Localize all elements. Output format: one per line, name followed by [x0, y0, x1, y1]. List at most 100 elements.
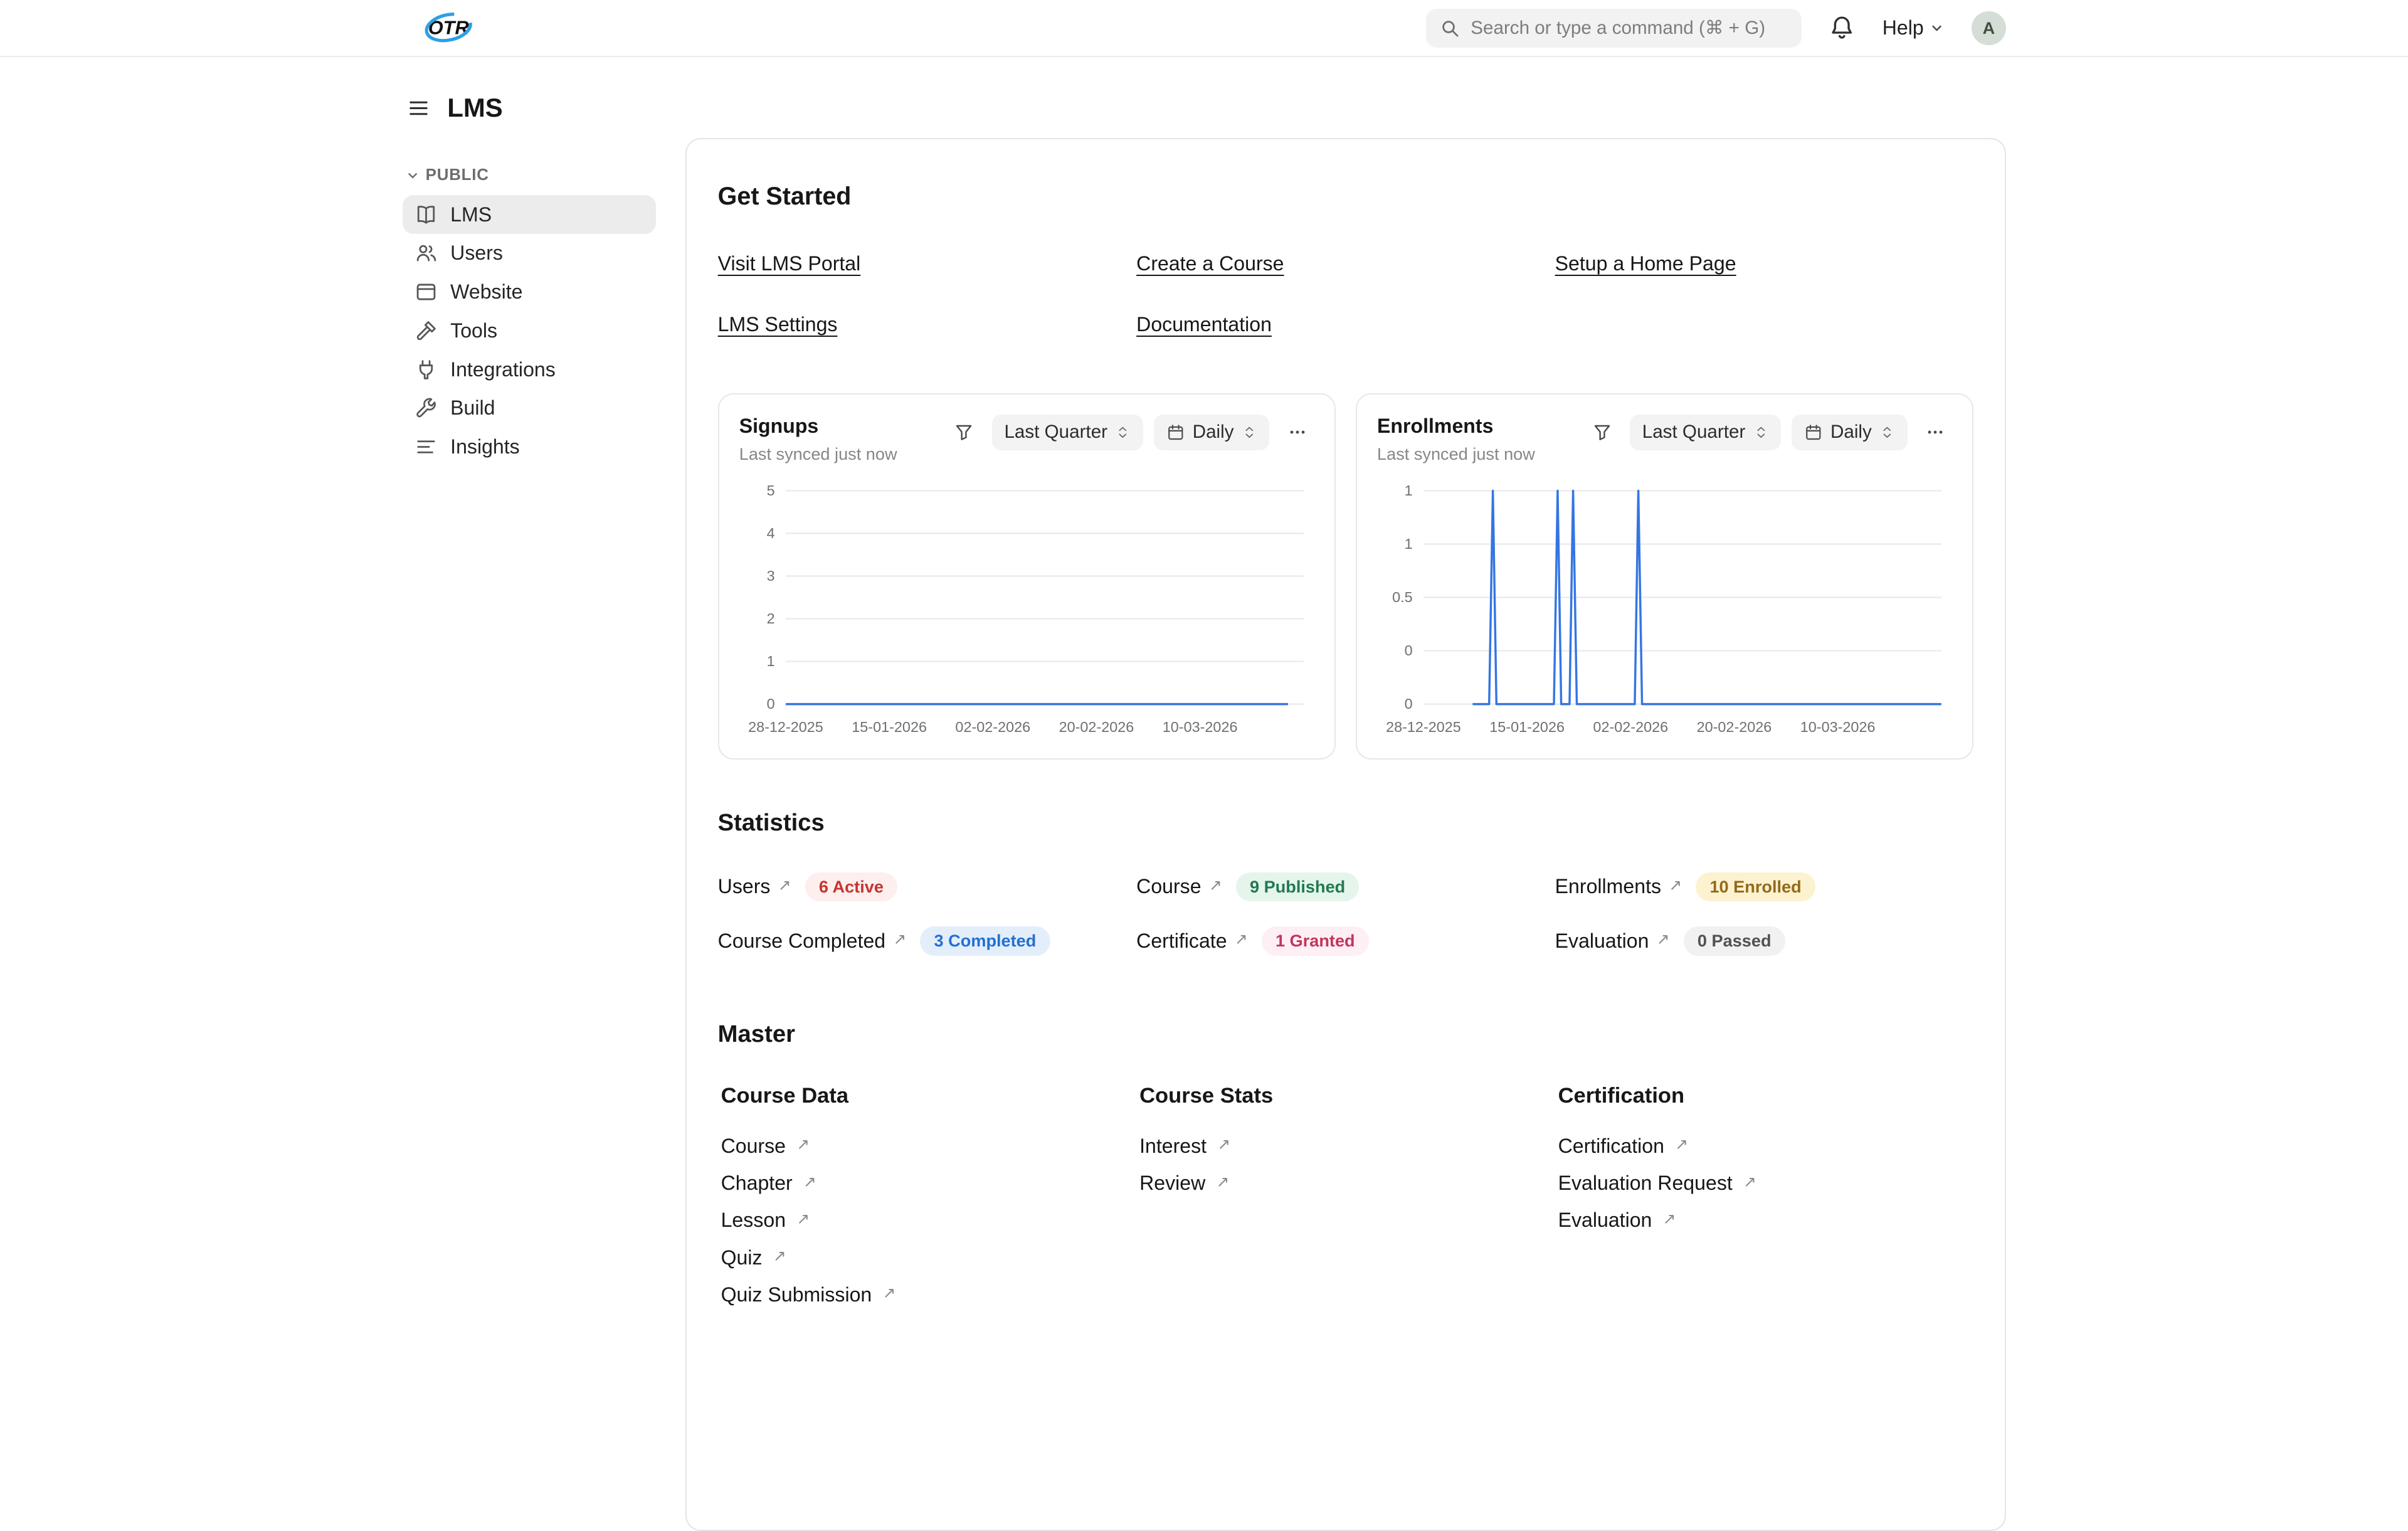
interval-select-button[interactable]: Daily: [1154, 415, 1269, 450]
svg-text:28-12-2025: 28-12-2025: [1386, 719, 1461, 735]
stat-link-course-completed[interactable]: Course Completed↗: [718, 930, 906, 953]
get-started-link-create-a-course[interactable]: Create a Course: [1136, 252, 1284, 275]
svg-text:1: 1: [766, 653, 774, 669]
sidebar-item-label: Website: [450, 280, 522, 304]
sidebar-item-lms[interactable]: LMS: [403, 195, 657, 234]
selector-icon: [1753, 425, 1769, 440]
get-started-title: Get Started: [718, 183, 1973, 211]
stat-link-enrollments[interactable]: Enrollments↗: [1555, 875, 1682, 898]
help-label: Help: [1883, 16, 1924, 40]
external-link-icon: ↗: [1217, 1135, 1230, 1154]
master-item-label: Lesson: [721, 1209, 786, 1232]
more-options-button[interactable]: [1918, 415, 1952, 449]
interval-label: Daily: [1193, 421, 1234, 443]
master-link-quiz-submission[interactable]: Quiz Submission↗: [721, 1285, 1137, 1305]
stat-link-users[interactable]: Users↗: [718, 875, 791, 898]
stat-label: Course: [1136, 875, 1201, 898]
svg-text:15-01-2026: 15-01-2026: [1489, 719, 1565, 735]
external-link-icon: ↗: [796, 1209, 810, 1228]
chevron-down-icon: [1928, 19, 1945, 36]
stat-enrollments: Enrollments↗10 Enrolled: [1555, 872, 1974, 902]
sidebar-item-label: Tools: [450, 319, 497, 342]
stat-link-evaluation[interactable]: Evaluation↗: [1555, 930, 1670, 953]
stat-badge: 0 Passed: [1684, 926, 1785, 956]
master-link-evaluation[interactable]: Evaluation↗: [1558, 1210, 1974, 1231]
svg-text:3: 3: [766, 567, 774, 583]
sidebar-item-label: LMS: [450, 203, 492, 226]
app-logo[interactable]: OTR: [403, 9, 486, 48]
master-item-label: Interest: [1139, 1135, 1207, 1158]
bell-icon: [1828, 14, 1856, 41]
sidebar-item-build[interactable]: Build: [403, 389, 657, 428]
chart-card-enrollments: EnrollmentsLast synced just nowLast Quar…: [1356, 393, 1973, 760]
workspace-title: LMS: [447, 93, 503, 123]
master-title: Master: [718, 1020, 1973, 1048]
stat-badge: 9 Published: [1236, 872, 1360, 902]
range-select-button[interactable]: Last Quarter: [992, 415, 1143, 450]
master-link-interest[interactable]: Interest ↗: [1139, 1136, 1555, 1156]
sidebar-section-public[interactable]: PUBLIC: [403, 166, 657, 184]
statistics-title: Statistics: [718, 809, 1973, 837]
help-menu-button[interactable]: Help: [1883, 16, 1946, 40]
svg-text:0: 0: [1405, 642, 1413, 659]
filter-button[interactable]: [947, 415, 981, 449]
sidebar-item-website[interactable]: Website: [403, 273, 657, 312]
master-column-certification: Certification Certification↗ Evaluation Re…: [1555, 1084, 1974, 1322]
stats-grid: Users↗ 6 Active Course↗ 9 Published Enrollme…: [718, 872, 1973, 956]
master-link-certification[interactable]: Certification↗: [1558, 1136, 1974, 1156]
range-label: Last Quarter: [1004, 421, 1107, 443]
master-link-evaluation-request[interactable]: Evaluation Request↗: [1558, 1173, 1974, 1194]
stat-label: Course Completed: [718, 930, 885, 953]
master-item-label: Chapter: [721, 1172, 793, 1195]
master-column-course-data: Course DataCourse↗Chapter↗Lesson↗Quiz↗Qu…: [718, 1084, 1136, 1322]
sidebar-toggle-icon[interactable]: [407, 97, 430, 120]
sidebar-item-users[interactable]: Users: [403, 234, 657, 273]
master-link-course[interactable]: Course ↗: [721, 1136, 1137, 1156]
stat-link-course[interactable]: Course↗: [1136, 875, 1222, 898]
get-started-link-lms-settings[interactable]: LMS Settings: [718, 313, 838, 336]
get-started-link-setup-a-home-page[interactable]: Setup a Home Page: [1555, 252, 1736, 275]
svg-text:1: 1: [1405, 535, 1413, 551]
svg-text:1: 1: [1405, 482, 1413, 498]
sidebar-item-tools[interactable]: Tools: [403, 311, 657, 350]
sidebar-nav: LMS Users Website Tools IntegrationsBuildIns…: [403, 195, 657, 466]
master-link-chapter[interactable]: Chapter ↗: [721, 1173, 1137, 1194]
stat-link-certificate[interactable]: Certificate↗: [1136, 930, 1247, 953]
search-input[interactable]: [1471, 18, 1788, 39]
range-select-button[interactable]: Last Quarter: [1630, 415, 1781, 450]
svg-text:02-02-2026: 02-02-2026: [955, 719, 1030, 735]
notifications-button[interactable]: [1828, 14, 1856, 41]
stat-label: Evaluation: [1555, 930, 1649, 953]
stat-badge: 6 Active: [805, 872, 897, 902]
get-started-links: Visit LMS Portal Create a Course Setup a H…: [718, 252, 1973, 336]
filter-button[interactable]: [1585, 415, 1619, 449]
book-icon: [415, 203, 438, 226]
stat-users: Users↗ 6 Active: [718, 872, 1136, 902]
sidebar-section-label: PUBLIC: [426, 166, 489, 184]
external-link-icon: ↗: [803, 1172, 816, 1191]
get-started-link-documentation[interactable]: Documentation: [1136, 313, 1272, 336]
svg-text:20-02-2026: 20-02-2026: [1697, 719, 1772, 735]
svg-text:10-03-2026: 10-03-2026: [1163, 719, 1238, 735]
integrations-icon: [415, 358, 438, 381]
more-options-button[interactable]: [1281, 415, 1314, 449]
sidebar-item-integrations[interactable]: Integrations: [403, 350, 657, 389]
interval-select-button[interactable]: Daily: [1792, 415, 1907, 450]
master-link-lesson[interactable]: Lesson ↗: [721, 1210, 1137, 1231]
svg-text:10-03-2026: 10-03-2026: [1800, 719, 1876, 735]
user-avatar[interactable]: A: [1972, 11, 2005, 45]
get-started-link-visit-lms-portal[interactable]: Visit LMS Portal: [718, 252, 861, 275]
chart-title: Enrollments: [1377, 415, 1535, 438]
stat-course: Course↗ 9 Published: [1136, 872, 1555, 902]
stat-label: Users: [718, 875, 771, 898]
stat-badge: 3 Completed: [920, 926, 1050, 956]
sidebar-item-insights[interactable]: Insights: [403, 428, 657, 467]
master-item-label: Course: [721, 1135, 786, 1158]
global-search[interactable]: [1426, 9, 1802, 48]
master-column-title: Certification: [1558, 1084, 1974, 1108]
master-link-review[interactable]: Review↗: [1139, 1173, 1555, 1194]
master-link-quiz[interactable]: Quiz↗: [721, 1248, 1137, 1268]
selector-icon: [1242, 425, 1257, 440]
svg-text:0.5: 0.5: [1392, 588, 1413, 605]
external-link-icon: ↗: [796, 1135, 810, 1154]
